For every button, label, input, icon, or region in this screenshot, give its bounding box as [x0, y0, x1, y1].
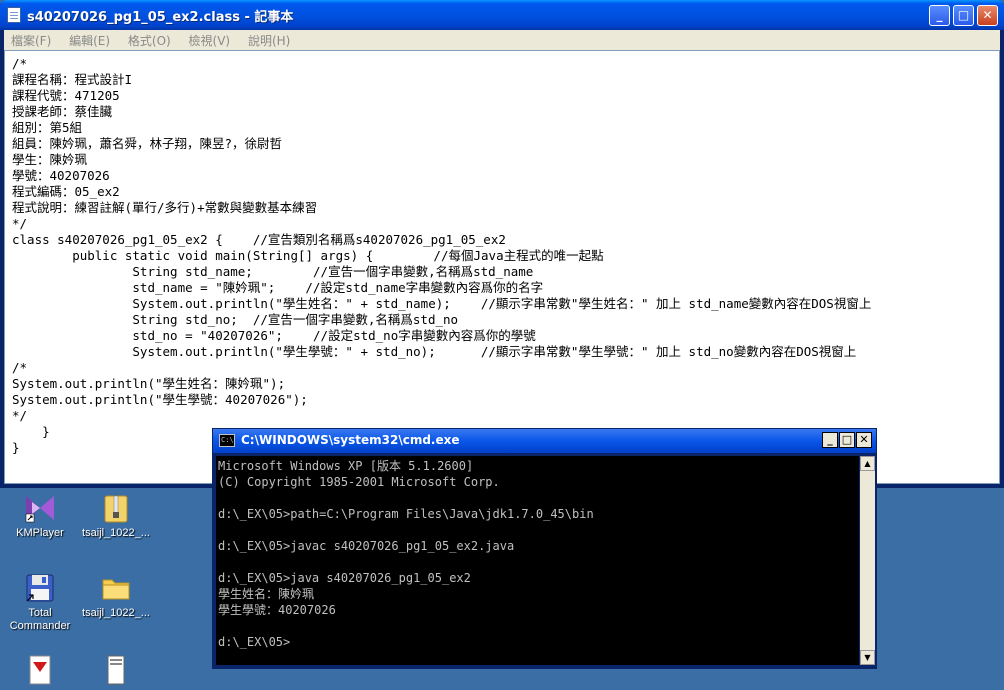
code-line: String std_no; //宣告一個字串變數,名稱爲std_no	[12, 312, 459, 327]
code-line: class s40207026_pg1_05_ex2 { //宣告類別名稱爲s4…	[12, 232, 506, 247]
close-icon: ✕	[982, 8, 993, 22]
cmd-window: C:\ C:\WINDOWS\system32\cmd.exe _ □ ✕ Mi…	[212, 428, 877, 669]
code-line: */	[12, 408, 28, 423]
code-line: 課程名稱：程式設計I	[12, 72, 133, 87]
code-line: System.out.println("學生學號：40207026");	[12, 392, 308, 407]
console-line: (C) Copyright 1985-2001 Microsoft Corp.	[218, 475, 500, 489]
menu-help[interactable]: 說明(H)	[241, 30, 297, 49]
console-line: 學生姓名：陳妗珮	[218, 587, 315, 601]
code-line: System.out.println("學生姓名：" + std_name); …	[12, 296, 872, 311]
menu-format[interactable]: 格式(O)	[121, 30, 178, 49]
code-line: /*	[12, 56, 28, 71]
scroll-up-arrow-icon[interactable]: ▲	[860, 456, 875, 471]
minimize-icon: _	[936, 8, 943, 22]
code-line: System.out.println("學生學號：" + std_no); //…	[12, 344, 857, 359]
cmd-minimize-button[interactable]: _	[822, 432, 838, 448]
code-line: 授課老師：蔡佳臟	[12, 104, 113, 119]
code-line: 組員：陳妗珮，蕭名舜，林子翔，陳昱?，徐尉哲	[12, 136, 283, 151]
desktop-icon-kmplayer[interactable]: KMPlayer	[2, 492, 78, 540]
code-line: 課程代號：471205	[12, 88, 120, 103]
cmd-window-title: C:\WINDOWS\system32\cmd.exe	[241, 433, 460, 447]
code-line: 學號：40207026	[12, 168, 110, 183]
minimize-button[interactable]: _	[929, 5, 950, 26]
text-editor-area[interactable]: /* 課程名稱：程式設計I 課程代號：471205 授課老師：蔡佳臟 組別：第5…	[4, 50, 1000, 484]
code-line: /*	[12, 360, 28, 375]
floppy-disk-icon	[24, 572, 56, 604]
code-line: }	[12, 424, 50, 439]
cmd-title-bar[interactable]: C:\ C:\WINDOWS\system32\cmd.exe _ □ ✕	[213, 429, 876, 453]
scroll-down-arrow-icon[interactable]: ▼	[860, 650, 875, 665]
desktop-icon-document[interactable]	[78, 654, 154, 686]
console-line: d:\_EX\05>	[218, 635, 291, 649]
console-line: 學生學號：40207026	[218, 603, 336, 617]
code-line: String std_name; //宣告一個字串變數,名稱爲std_name	[12, 264, 534, 279]
maximize-icon: □	[957, 8, 970, 22]
menu-bar: 檔案(F) 編輯(E) 格式(O) 檢視(V) 說明(H)	[4, 30, 1000, 50]
code-line: 程式編碼：05_ex2	[12, 184, 120, 199]
notepad-window: s40207026_pg1_05_ex2.class - 記事本 _ □ ✕ 檔…	[0, 0, 1004, 488]
maximize-button[interactable]: □	[953, 5, 974, 26]
code-line: System.out.println("學生姓名：陳妗珮");	[12, 376, 286, 391]
code-line: public static void main(String[] args) {…	[12, 248, 604, 263]
console-output[interactable]: Microsoft Windows XP [版本 5.1.2600] (C) C…	[216, 456, 859, 665]
desktop-icon-total-commander[interactable]: Total Commander	[2, 572, 78, 633]
maximize-icon: □	[841, 433, 853, 446]
code-line: */	[12, 216, 28, 231]
desktop-icon-zip-folder[interactable]: tsaijl_1022_...	[78, 492, 154, 540]
pdf-icon	[24, 654, 56, 686]
minimize-icon: _	[827, 433, 833, 446]
folder-icon	[100, 572, 132, 604]
code-line: std_name = "陳妗珮"; //設定std_name字串變數內容爲你的名…	[12, 280, 544, 295]
code-line: std_no = "40207026"; //設定std_no字串變數內容爲你的…	[12, 328, 536, 343]
zip-folder-icon	[100, 492, 132, 524]
notepad-title-bar[interactable]: s40207026_pg1_05_ex2.class - 記事本 _ □ ✕	[0, 0, 1004, 30]
notepad-icon[interactable]	[7, 7, 21, 23]
console-line: d:\_EX\05>path=C:\Program Files\Java\jdk…	[218, 507, 594, 521]
close-icon: ✕	[859, 433, 869, 446]
console-line: d:\_EX\05>javac s40207026_pg1_05_ex2.jav…	[218, 539, 515, 553]
code-line: 學生：陳妗珮	[12, 152, 88, 167]
menu-view[interactable]: 檢視(V)	[182, 30, 238, 49]
desktop-icon-folder[interactable]: tsaijl_1022_...	[78, 572, 154, 620]
code-line: 程式說明：練習註解(單行/多行)+常數與變數基本練習	[12, 200, 318, 215]
desktop-icon-label: KMPlayer	[16, 527, 64, 539]
cmd-close-button[interactable]: ✕	[856, 432, 872, 448]
code-line: }	[12, 440, 20, 455]
console-line: d:\_EX\05>java s40207026_pg1_05_ex2	[218, 571, 471, 585]
console-line: Microsoft Windows XP [版本 5.1.2600]	[218, 459, 474, 473]
desktop-icon-label: Total Commander	[9, 607, 71, 632]
kmplayer-icon	[24, 492, 56, 524]
desktop-icon-label: tsaijl_1022_...	[82, 607, 150, 619]
menu-file[interactable]: 檔案(F)	[4, 30, 58, 49]
window-title: s40207026_pg1_05_ex2.class - 記事本	[27, 10, 294, 25]
menu-edit[interactable]: 編輯(E)	[62, 30, 117, 49]
close-button[interactable]: ✕	[977, 5, 998, 26]
code-line: 組別：第5組	[12, 120, 83, 135]
cmd-maximize-button[interactable]: □	[839, 432, 855, 448]
cmd-vertical-scrollbar[interactable]: ▲ ▼	[860, 456, 875, 665]
cmd-icon[interactable]: C:\	[219, 434, 235, 447]
desktop-icon-label: tsaijl_1022_...	[82, 527, 150, 539]
document-icon	[100, 654, 132, 686]
desktop-icon-pdf[interactable]	[2, 654, 78, 686]
